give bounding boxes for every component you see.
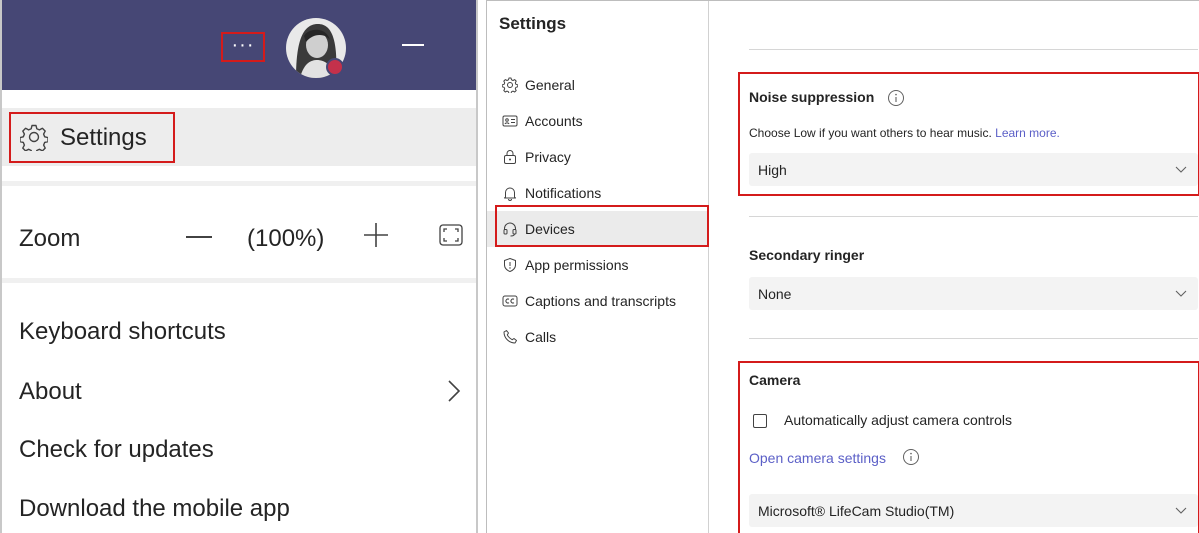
- nav-item-calls[interactable]: Calls: [487, 319, 708, 355]
- divider: [749, 49, 1198, 50]
- nav-item-privacy[interactable]: Privacy: [487, 139, 708, 175]
- dropdown-value: None: [758, 286, 792, 302]
- auto-adjust-camera-checkbox[interactable]: [753, 414, 767, 428]
- lock-icon: [504, 150, 516, 164]
- presence-status-dot: [326, 58, 344, 76]
- download-mobile-app-item[interactable]: Download the mobile app: [19, 495, 290, 523]
- divider: [749, 338, 1198, 339]
- nav-item-app-permissions[interactable]: App permissions: [487, 247, 708, 283]
- noise-suppression-title: Noise suppression: [749, 89, 875, 105]
- learn-more-link[interactable]: Learn more.: [995, 126, 1060, 140]
- nav-label: App permissions: [525, 257, 629, 273]
- nav-label: Calls: [525, 329, 557, 345]
- about-item[interactable]: About: [19, 378, 82, 406]
- chevron-down-icon: [1175, 507, 1187, 514]
- auto-adjust-camera-label: Automatically adjust camera controls: [784, 412, 1012, 428]
- nav-label: General: [525, 77, 575, 93]
- teams-title-bar: ···: [2, 0, 476, 90]
- settings-label: Settings: [60, 124, 147, 151]
- bell-icon: [504, 187, 516, 201]
- help-text-body: Choose Low if you want others to hear mu…: [749, 126, 992, 140]
- divider: [2, 181, 476, 186]
- camera-device-dropdown[interactable]: Microsoft® LifeCam Studio(TM): [749, 494, 1198, 527]
- chevron-right-icon: [448, 380, 461, 402]
- gear-icon: [20, 124, 48, 151]
- more-options-button[interactable]: ···: [221, 32, 265, 62]
- noise-suppression-help-text: Choose Low if you want others to hear mu…: [749, 126, 1060, 140]
- cc-icon: [502, 295, 518, 307]
- nav-item-accounts[interactable]: Accounts: [487, 103, 708, 139]
- nav-label: Accounts: [525, 113, 583, 129]
- dropdown-value: Microsoft® LifeCam Studio(TM): [758, 503, 955, 519]
- secondary-ringer-dropdown[interactable]: None: [749, 277, 1198, 310]
- settings-window-title: Settings: [499, 14, 567, 33]
- keyboard-shortcuts-item[interactable]: Keyboard shortcuts: [19, 318, 226, 346]
- menu-list: Settings Zoom (100%) Keyboard shortcuts …: [2, 90, 476, 533]
- info-icon[interactable]: [902, 448, 920, 466]
- devices-settings-content: Noise suppression Choose Low if you want…: [709, 1, 1199, 533]
- gear-icon: [502, 77, 518, 93]
- divider: [749, 216, 1198, 217]
- nav-label: Privacy: [525, 149, 571, 165]
- settings-nav: Settings General Accounts Privacy Notifi…: [487, 1, 709, 533]
- nav-label: Notifications: [525, 185, 602, 201]
- zoom-in-button[interactable]: [363, 222, 389, 248]
- secondary-ringer-title: Secondary ringer: [749, 247, 865, 263]
- dropdown-value: High: [758, 162, 787, 178]
- settings-window: Settings General Accounts Privacy Notifi…: [486, 0, 1199, 533]
- shield-icon: [504, 258, 516, 272]
- camera-title: Camera: [749, 372, 801, 388]
- id-card-icon: [502, 115, 518, 127]
- divider: [2, 278, 476, 283]
- check-for-updates-item[interactable]: Check for updates: [19, 436, 214, 464]
- devices-highlight-box: [495, 205, 709, 247]
- info-icon[interactable]: [887, 89, 905, 107]
- avatar[interactable]: [286, 18, 346, 78]
- nav-label: Captions and transcripts: [525, 293, 676, 309]
- zoom-label: Zoom: [19, 225, 81, 252]
- noise-suppression-dropdown[interactable]: High: [749, 153, 1198, 186]
- nav-item-general[interactable]: General: [487, 67, 708, 103]
- chevron-down-icon: [1175, 290, 1187, 297]
- zoom-value: (100%): [247, 225, 325, 252]
- zoom-out-button[interactable]: [186, 236, 212, 238]
- chevron-down-icon: [1175, 166, 1187, 173]
- minimize-button[interactable]: [402, 44, 424, 46]
- phone-icon: [503, 330, 517, 344]
- open-camera-settings-link[interactable]: Open camera settings: [749, 450, 886, 466]
- nav-item-captions-and-transcripts[interactable]: Captions and transcripts: [487, 283, 708, 319]
- fullscreen-icon[interactable]: [439, 224, 463, 246]
- profile-menu-panel: ··· Settings Zoom (100%) Keyboard shortc…: [0, 0, 478, 533]
